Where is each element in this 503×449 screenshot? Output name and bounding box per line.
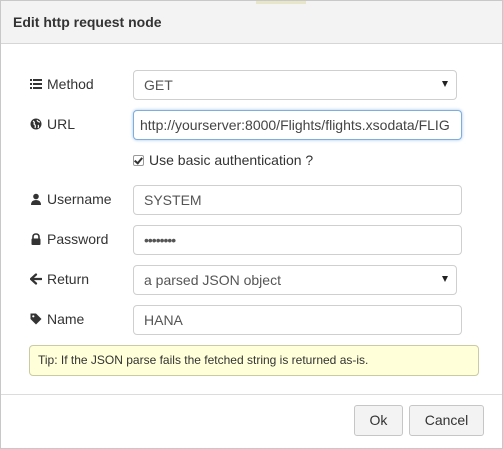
return-label: Return [30, 269, 89, 289]
name-label: Name [30, 309, 84, 329]
url-input[interactable]: http://yourserver:8000/Flights/flights.x… [133, 110, 462, 140]
password-label-text: Password [47, 231, 109, 247]
url-label: URL [30, 114, 75, 134]
username-label: Username [30, 189, 112, 209]
name-label-text: Name [47, 311, 85, 327]
chevron-down-icon [442, 81, 448, 87]
method-label-text: Method [47, 76, 94, 92]
tag-icon [30, 313, 42, 325]
tip-box: Tip: If the JSON parse fails the fetched… [29, 345, 479, 376]
method-label: Method [30, 74, 94, 94]
return-select[interactable]: a parsed JSON object [133, 265, 457, 295]
globe-icon [30, 118, 42, 130]
edit-node-dialog: Edit http request node Method GET URL ht… [0, 0, 503, 449]
method-select[interactable]: GET [133, 70, 457, 100]
dialog-titlebar: Edit http request node [1, 1, 502, 44]
ok-button[interactable]: Ok [354, 405, 403, 436]
cancel-button[interactable]: Cancel [409, 405, 484, 436]
basic-auth-checkbox[interactable] [133, 154, 144, 166]
footer-divider [1, 394, 502, 395]
username-label-text: Username [47, 191, 112, 207]
password-input[interactable]: •••••••• [133, 225, 462, 255]
url-label-text: URL [47, 116, 76, 132]
return-label-text: Return [47, 271, 90, 287]
chevron-down-icon [442, 276, 448, 282]
arrow-left-icon [30, 273, 42, 285]
name-input[interactable]: HANA [133, 305, 462, 335]
list-icon [30, 79, 42, 89]
password-value: •••••••• [144, 232, 176, 248]
url-value: http://yourserver:8000/Flights/flights.x… [140, 117, 450, 133]
username-input[interactable]: SYSTEM [133, 185, 462, 215]
dialog-title: Edit http request node [13, 14, 162, 30]
titlebar-decoration [256, 1, 306, 4]
user-icon [31, 193, 41, 205]
basic-auth-row[interactable]: Use basic authentication ? [133, 152, 313, 168]
lock-icon [31, 233, 41, 245]
basic-auth-label: Use basic authentication ? [149, 152, 314, 168]
return-value: a parsed JSON object [144, 272, 281, 288]
username-value: SYSTEM [144, 192, 202, 208]
method-value: GET [144, 77, 173, 93]
name-value: HANA [144, 312, 183, 328]
password-label: Password [30, 229, 108, 249]
